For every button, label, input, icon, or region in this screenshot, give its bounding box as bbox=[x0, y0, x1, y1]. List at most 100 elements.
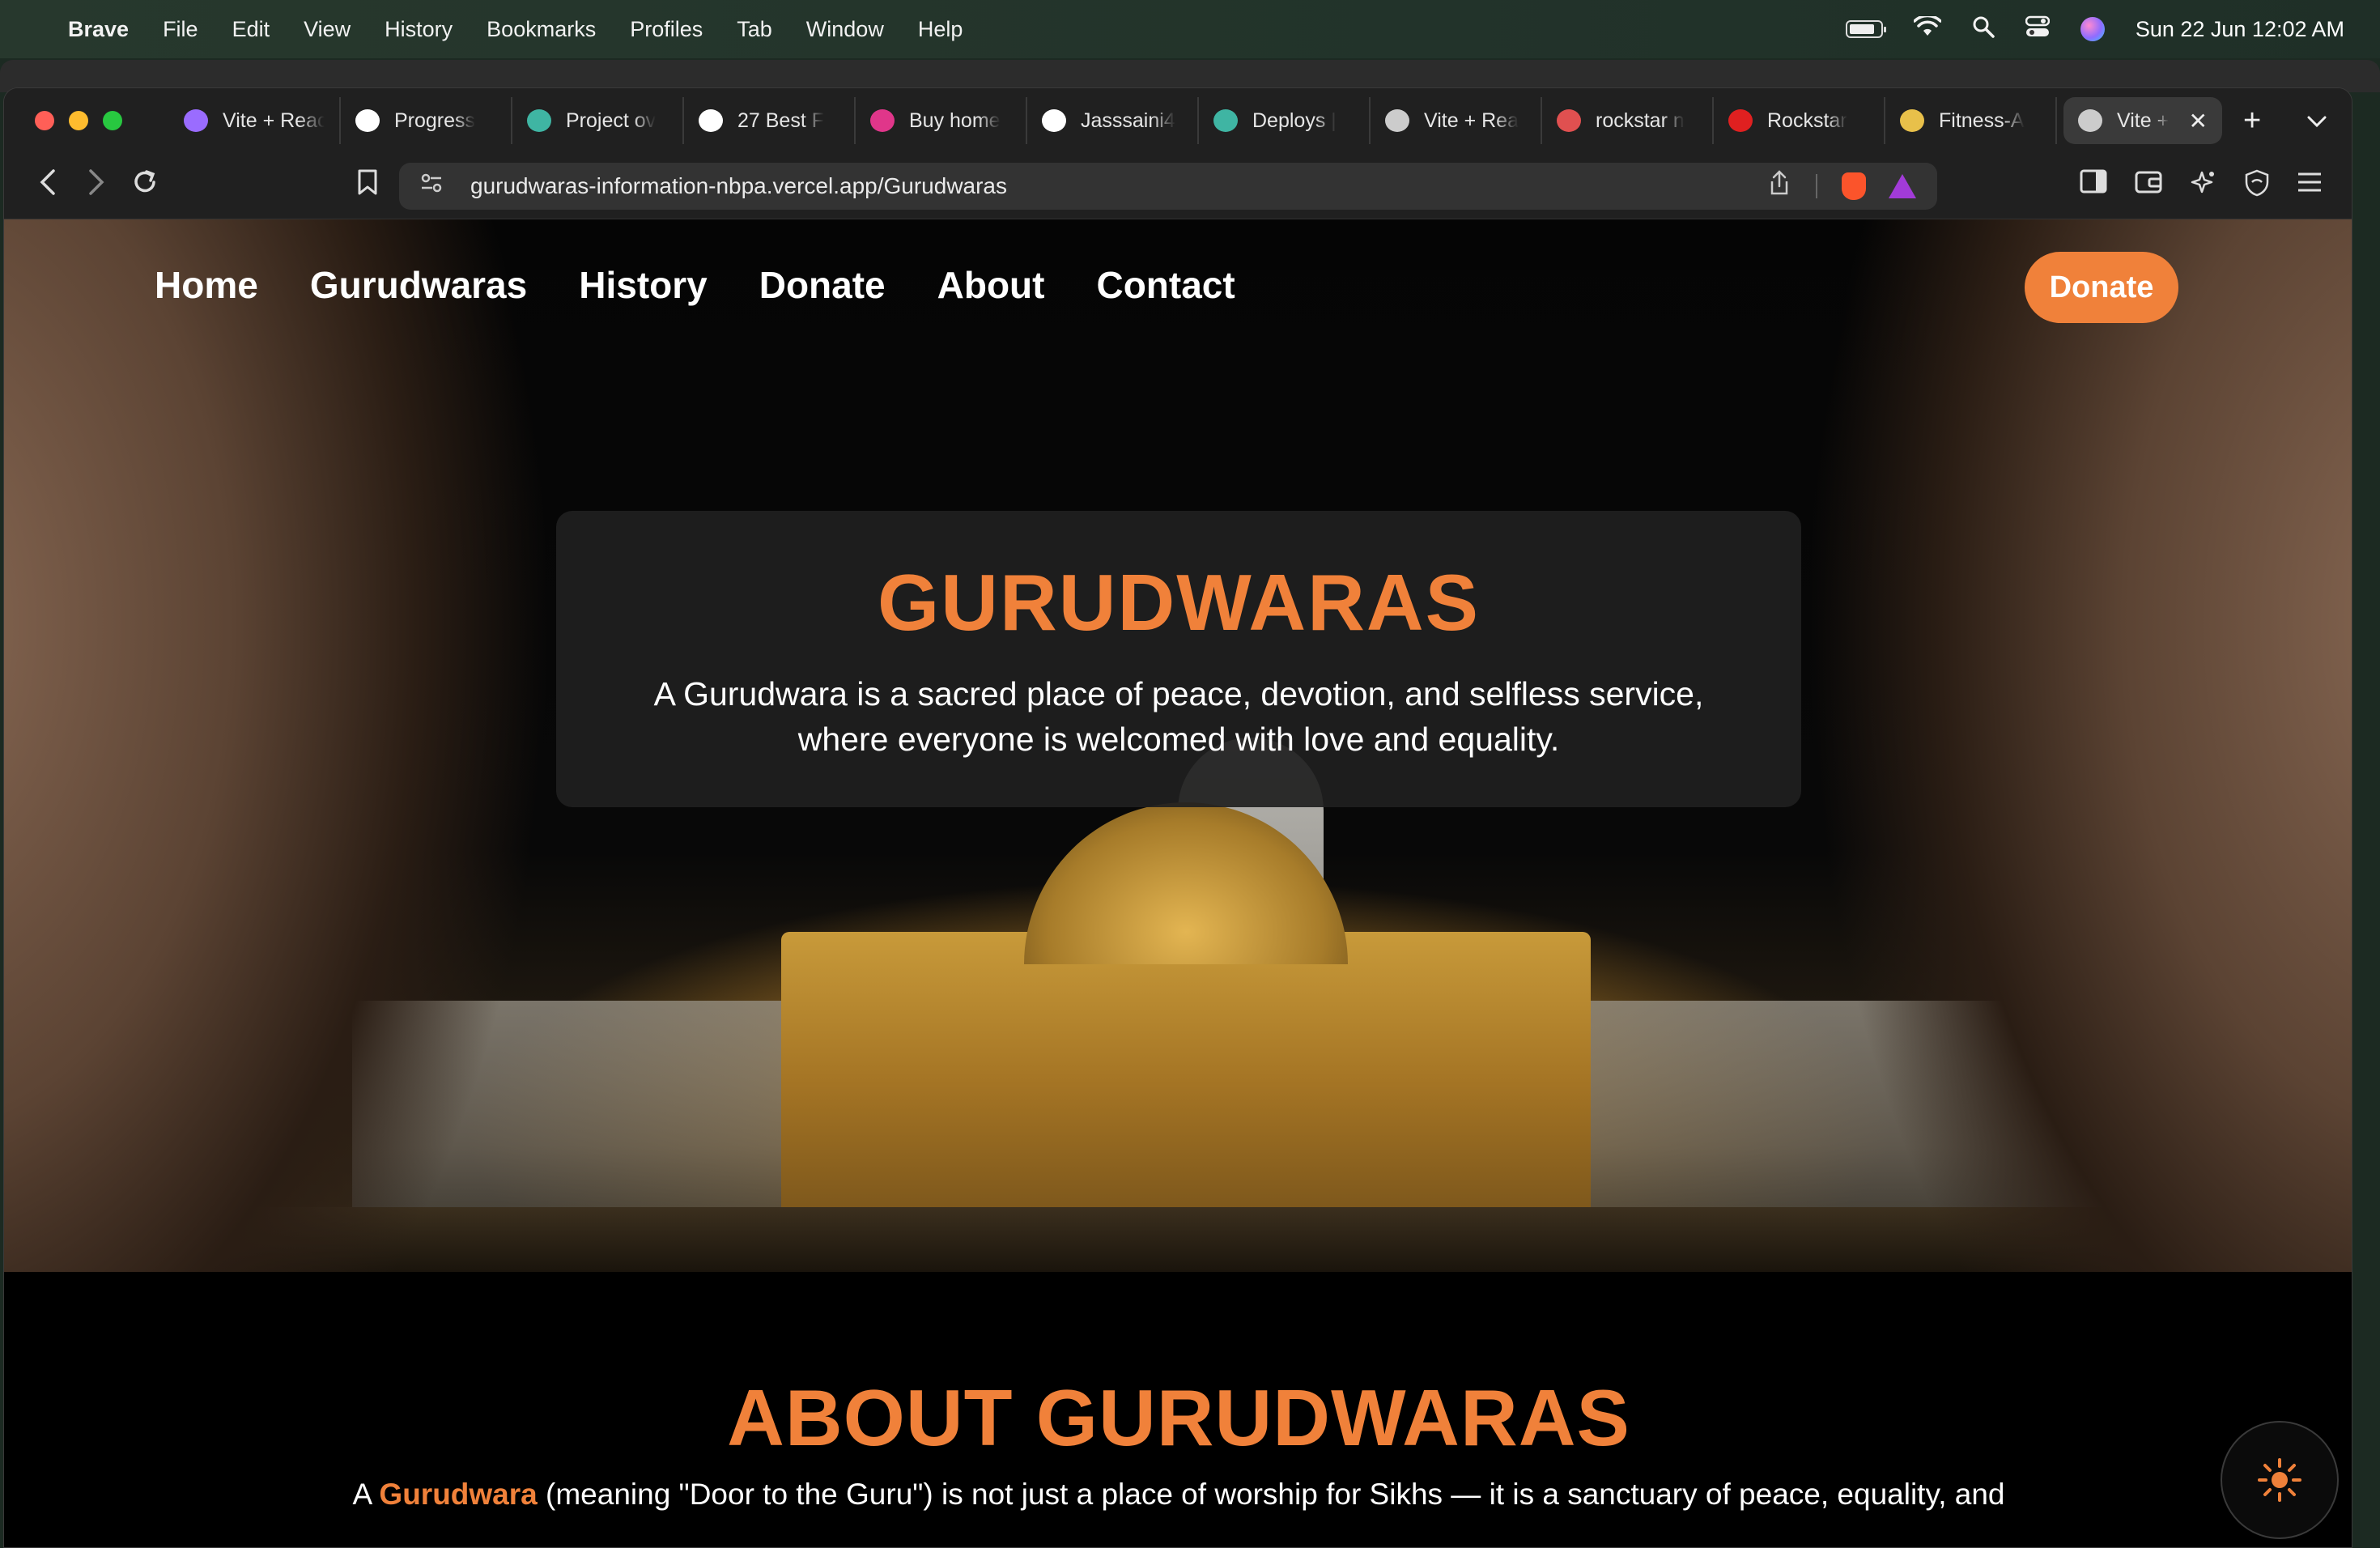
tab-title: 27 Best F bbox=[737, 108, 824, 132]
siri-icon[interactable] bbox=[2080, 17, 2105, 41]
tab[interactable]: Jasssaini4 bbox=[1027, 97, 1199, 144]
tab[interactable]: Deploys | bbox=[1199, 97, 1371, 144]
zoom-window-button[interactable] bbox=[103, 111, 122, 130]
hero-card: GURUDWARAS A Gurudwara is a sacred place… bbox=[556, 511, 1801, 807]
tab[interactable]: Vite + React bbox=[169, 97, 341, 144]
toolbar-actions bbox=[2080, 169, 2332, 203]
menu-help[interactable]: Help bbox=[918, 17, 963, 42]
menubar-clock[interactable]: Sun 22 Jun 12:02 AM bbox=[2136, 17, 2344, 42]
globe-icon bbox=[1385, 109, 1409, 132]
close-window-button[interactable] bbox=[35, 111, 54, 130]
shield-icon bbox=[1557, 109, 1581, 132]
control-center-icon[interactable] bbox=[2025, 15, 2051, 43]
fitness-icon bbox=[1900, 109, 1924, 132]
donate-button[interactable]: Donate bbox=[2025, 252, 2178, 323]
hero-image-arch-left bbox=[4, 219, 619, 1272]
tab-title: Vite + Rea bbox=[1424, 108, 1519, 132]
tab-bar: Vite + React Progress Project ov 27 Best F B… bbox=[4, 88, 2352, 153]
tab[interactable]: Progress bbox=[341, 97, 512, 144]
nav-link-donate[interactable]: Donate bbox=[759, 263, 886, 307]
tab-title: rockstar n bbox=[1596, 108, 1685, 132]
browser-toolbar: gurudwaras-information-nbpa.vercel.app/G… bbox=[4, 153, 2352, 219]
vite-icon bbox=[184, 109, 208, 132]
window-controls bbox=[35, 111, 122, 130]
about-prefix: A bbox=[352, 1478, 380, 1511]
hero-title: GURUDWARAS bbox=[877, 558, 1481, 647]
brave-shields-icon[interactable] bbox=[1842, 172, 1866, 200]
tab-title: Project ov bbox=[566, 108, 657, 132]
rockstar-icon bbox=[1728, 109, 1753, 132]
tab[interactable]: Buy home bbox=[856, 97, 1027, 144]
site-settings-icon[interactable] bbox=[420, 173, 443, 198]
github-icon bbox=[1042, 109, 1066, 132]
tab[interactable]: rockstar n bbox=[1542, 97, 1714, 144]
openai-icon bbox=[355, 109, 380, 132]
nav-link-contact[interactable]: Contact bbox=[1096, 263, 1235, 307]
m-icon bbox=[870, 109, 895, 132]
menu-view[interactable]: View bbox=[304, 17, 351, 42]
tab-strip: Vite + React Progress Project ov 27 Best F B… bbox=[169, 97, 2222, 144]
leo-ai-icon[interactable] bbox=[2190, 169, 2217, 203]
wifi-icon[interactable] bbox=[1913, 14, 1942, 42]
sidebar-toggle-icon[interactable] bbox=[2080, 169, 2107, 203]
vpn-shield-icon[interactable] bbox=[2245, 169, 2269, 203]
battery-icon[interactable] bbox=[1845, 20, 1886, 38]
nav-link-history[interactable]: History bbox=[579, 263, 707, 307]
address-bar[interactable]: gurudwaras-information-nbpa.vercel.app/G… bbox=[399, 162, 1937, 210]
menu-app-brave[interactable]: Brave bbox=[68, 17, 129, 42]
tab-active[interactable]: Vite + ✕ bbox=[2063, 97, 2222, 144]
close-tab-icon[interactable]: ✕ bbox=[2189, 108, 2208, 134]
about-highlight: Gurudwara bbox=[379, 1478, 538, 1511]
macos-menu-bar: Brave File Edit View History Bookmarks P… bbox=[0, 0, 2380, 58]
tab[interactable]: Fitness-A bbox=[1885, 97, 2057, 144]
about-rest: (meaning "Door to the Guru") is not just… bbox=[537, 1478, 2005, 1511]
about-paragraph: A Gurudwara (meaning "Door to the Guru")… bbox=[4, 1478, 2352, 1512]
menu-bookmarks[interactable]: Bookmarks bbox=[487, 17, 596, 42]
web-page: Home Gurudwaras History Donate About Con… bbox=[4, 219, 2352, 1547]
nav-link-gurudwaras[interactable]: Gurudwaras bbox=[310, 263, 527, 307]
menu-file[interactable]: File bbox=[163, 17, 198, 42]
brave-rewards-icon[interactable] bbox=[1889, 173, 1916, 198]
browser-menu-icon[interactable] bbox=[2297, 169, 2323, 203]
tab[interactable]: 27 Best F bbox=[684, 97, 856, 144]
upwork-icon bbox=[699, 109, 723, 132]
tab[interactable]: Project ov bbox=[512, 97, 684, 144]
forward-button[interactable] bbox=[72, 168, 121, 204]
tab-title: Rockstar bbox=[1767, 108, 1847, 132]
tab-title: Vite + bbox=[2117, 108, 2170, 132]
menu-window[interactable]: Window bbox=[806, 17, 884, 42]
nav-link-about[interactable]: About bbox=[937, 263, 1045, 307]
about-section-title: ABOUT GURUDWARAS bbox=[727, 1373, 1630, 1462]
menu-edit[interactable]: Edit bbox=[232, 17, 270, 42]
tab-title: Progress bbox=[394, 108, 476, 132]
netlify-icon bbox=[1213, 109, 1238, 132]
minimize-window-button[interactable] bbox=[69, 111, 88, 130]
url-text[interactable]: gurudwaras-information-nbpa.vercel.app/G… bbox=[470, 173, 1769, 199]
tab[interactable]: Vite + Rea bbox=[1371, 97, 1542, 144]
netlify-icon bbox=[527, 109, 551, 132]
tab-title: Vite + React bbox=[223, 108, 325, 132]
back-button[interactable] bbox=[23, 168, 72, 204]
menu-history[interactable]: History bbox=[385, 17, 453, 42]
reload-button[interactable] bbox=[121, 168, 169, 204]
menu-profiles[interactable]: Profiles bbox=[630, 17, 703, 42]
bookmark-icon[interactable] bbox=[357, 168, 378, 203]
tab-title: Deploys | bbox=[1252, 108, 1337, 132]
tab-title: Fitness-A bbox=[1939, 108, 2025, 132]
new-tab-button[interactable]: + bbox=[2243, 104, 2261, 138]
nav-link-home[interactable]: Home bbox=[155, 263, 258, 307]
share-icon[interactable] bbox=[1769, 169, 1790, 202]
tab[interactable]: Rockstar bbox=[1714, 97, 1885, 144]
site-navigation: Home Gurudwaras History Donate About Con… bbox=[155, 263, 1235, 307]
tab-title: Buy home bbox=[909, 108, 1001, 132]
browser-window: Vite + React Progress Project ov 27 Best F B… bbox=[3, 87, 2352, 1548]
tab-title: Jasssaini4 bbox=[1081, 108, 1175, 132]
menu-tab[interactable]: Tab bbox=[737, 17, 772, 42]
spotlight-search-icon[interactable] bbox=[1972, 15, 1995, 43]
wallet-icon[interactable] bbox=[2135, 169, 2162, 203]
theme-toggle-button[interactable] bbox=[2221, 1421, 2339, 1539]
hero-image-arch-right bbox=[1738, 219, 2352, 1272]
globe-icon bbox=[2078, 109, 2102, 132]
sun-icon bbox=[2258, 1458, 2301, 1502]
tab-list-chevron-icon[interactable] bbox=[2306, 107, 2327, 134]
